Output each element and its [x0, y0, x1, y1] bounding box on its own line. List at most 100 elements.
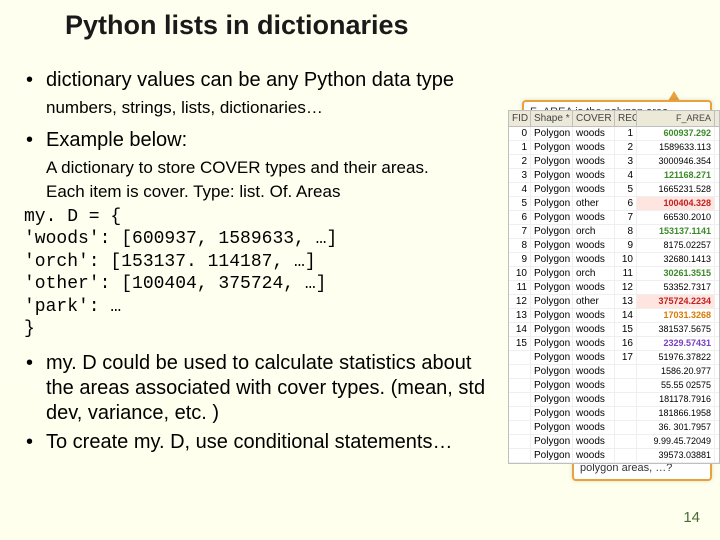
- cell-cover: orch: [573, 267, 615, 280]
- cell-cover: woods: [573, 239, 615, 252]
- cell-shape: Polygon: [531, 323, 573, 336]
- slide: Python lists in dictionaries dictionary …: [0, 0, 720, 540]
- bullet-2-sub2: Each item is cover. Type: list. Of. Area…: [24, 181, 494, 202]
- table-col-header: Shape *: [531, 111, 573, 126]
- cell-recno: 9: [615, 239, 637, 252]
- cell-recno: [615, 393, 637, 406]
- cell-shape: Polygon: [531, 239, 573, 252]
- bullet-3: my. D could be used to calculate statist…: [24, 351, 494, 426]
- cell-shape: Polygon: [531, 449, 573, 462]
- cell-cover: woods: [573, 421, 615, 434]
- table-header: FIDShape *COVERRECNOF_AREA: [509, 111, 719, 127]
- cell-recno: 2: [615, 141, 637, 154]
- cell-fid: 1: [509, 141, 531, 154]
- cell-recno: 4: [615, 169, 637, 182]
- table-row: Polygon woods 181178.7916: [509, 393, 719, 407]
- table-col-header: COVER: [573, 111, 615, 126]
- cell-area: 30261.3515: [637, 267, 715, 280]
- bullet-2: Example below:: [24, 128, 494, 153]
- cell-fid: 6: [509, 211, 531, 224]
- table-row: 8 Polygon woods 9 8175.02257: [509, 239, 719, 253]
- cell-recno: 15: [615, 323, 637, 336]
- table-row: 10 Polygon orch 11 30261.3515: [509, 267, 719, 281]
- cell-fid: [509, 351, 531, 364]
- cell-fid: [509, 407, 531, 420]
- cell-cover: woods: [573, 351, 615, 364]
- cell-recno: [615, 407, 637, 420]
- cell-cover: other: [573, 295, 615, 308]
- cell-area: 1665231.528: [637, 183, 715, 196]
- cell-area: 1586.20.977: [637, 365, 715, 378]
- cell-area: 36. 301.7957: [637, 421, 715, 434]
- cell-cover: woods: [573, 449, 615, 462]
- cell-recno: 3: [615, 155, 637, 168]
- cell-recno: 10: [615, 253, 637, 266]
- cell-fid: 7: [509, 225, 531, 238]
- cell-area: 1589633.113: [637, 141, 715, 154]
- cell-shape: Polygon: [531, 197, 573, 210]
- cell-recno: 17: [615, 351, 637, 364]
- cell-recno: [615, 421, 637, 434]
- cell-area: 9.99.45.72049: [637, 435, 715, 448]
- cell-recno: 12: [615, 281, 637, 294]
- cell-area: 39573.03881: [637, 449, 715, 462]
- cell-fid: 4: [509, 183, 531, 196]
- cell-fid: [509, 449, 531, 462]
- cell-fid: [509, 421, 531, 434]
- table-row: Polygon woods 181866.1958: [509, 407, 719, 421]
- cell-recno: 13: [615, 295, 637, 308]
- table-row: 7 Polygon orch 8 153137.1141: [509, 225, 719, 239]
- table-row: 1 Polygon woods 2 1589633.113: [509, 141, 719, 155]
- cell-shape: Polygon: [531, 407, 573, 420]
- cell-shape: Polygon: [531, 379, 573, 392]
- cell-cover: woods: [573, 169, 615, 182]
- table-row: 14 Polygon woods 15 381537.5675: [509, 323, 719, 337]
- cell-fid: 10: [509, 267, 531, 280]
- cell-cover: woods: [573, 183, 615, 196]
- cell-fid: 3: [509, 169, 531, 182]
- cell-shape: Polygon: [531, 169, 573, 182]
- table-row: 13 Polygon woods 14 17031.3268: [509, 309, 719, 323]
- cell-area: 181178.7916: [637, 393, 715, 406]
- cell-recno: [615, 435, 637, 448]
- cell-cover: woods: [573, 337, 615, 350]
- table-row: 2 Polygon woods 3 3000946.354: [509, 155, 719, 169]
- cell-fid: [509, 379, 531, 392]
- cell-fid: 9: [509, 253, 531, 266]
- cell-recno: 8: [615, 225, 637, 238]
- cell-cover: woods: [573, 323, 615, 336]
- cell-fid: 8: [509, 239, 531, 252]
- table-row: Polygon woods 9.99.45.72049: [509, 435, 719, 449]
- cell-shape: Polygon: [531, 309, 573, 322]
- table-row: Polygon woods 55.55 02575: [509, 379, 719, 393]
- table-row: 15 Polygon woods 16 2329.57431: [509, 337, 719, 351]
- page-number: 14: [683, 509, 700, 526]
- attribute-table: FIDShape *COVERRECNOF_AREA 0 Polygon woo…: [508, 110, 720, 464]
- cell-shape: Polygon: [531, 127, 573, 140]
- bullet-4-text: To create my. D, use conditional stateme…: [46, 431, 452, 453]
- cell-fid: 12: [509, 295, 531, 308]
- cell-shape: Polygon: [531, 155, 573, 168]
- cell-shape: Polygon: [531, 267, 573, 280]
- cell-cover: woods: [573, 281, 615, 294]
- table-col-header: RECNO: [615, 111, 637, 126]
- table-row: 4 Polygon woods 5 1665231.528: [509, 183, 719, 197]
- cell-area: 53352.7317: [637, 281, 715, 294]
- bullet-1-sub: numbers, strings, lists, dictionaries…: [24, 97, 494, 118]
- cell-shape: Polygon: [531, 351, 573, 364]
- bullet-4: To create my. D, use conditional stateme…: [24, 430, 494, 455]
- cell-cover: woods: [573, 393, 615, 406]
- table-col-header: F_AREA: [637, 111, 715, 126]
- table-row: 0 Polygon woods 1 600937.292: [509, 127, 719, 141]
- cell-shape: Polygon: [531, 365, 573, 378]
- cell-recno: 11: [615, 267, 637, 280]
- bullet-2-text: Example below:: [46, 129, 187, 151]
- cell-cover: woods: [573, 407, 615, 420]
- cell-area: 55.55 02575: [637, 379, 715, 392]
- cell-shape: Polygon: [531, 225, 573, 238]
- cell-fid: 2: [509, 155, 531, 168]
- cell-area: 8175.02257: [637, 239, 715, 252]
- bullet-3-text: my. D could be used to calculate statist…: [46, 352, 485, 424]
- cell-area: 51976.37822: [637, 351, 715, 364]
- cell-recno: [615, 365, 637, 378]
